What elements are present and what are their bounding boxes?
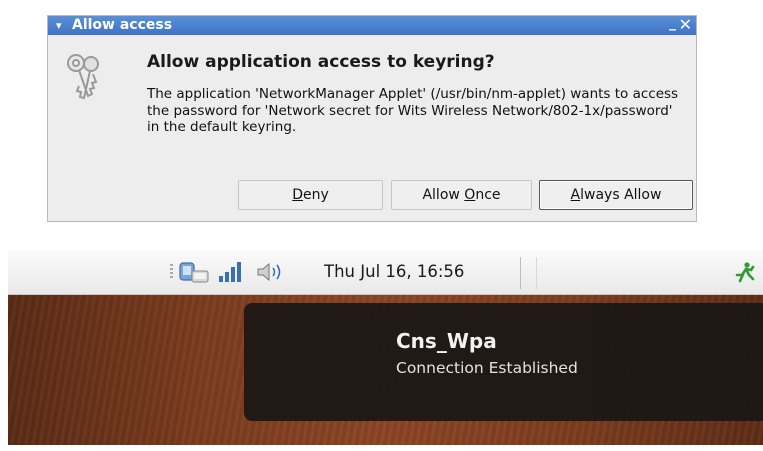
- deny-button[interactable]: Deny: [238, 180, 383, 210]
- top-panel: Thu Jul 16, 16:56: [8, 251, 763, 295]
- notification-title: Cns_Wpa: [396, 329, 497, 353]
- allow-once-button[interactable]: Allow Once: [391, 180, 532, 210]
- always-allow-label: lways Allow: [580, 187, 662, 203]
- dialog-heading: Allow application access to keyring?: [147, 52, 495, 72]
- always-allow-mnemonic: A: [570, 187, 581, 203]
- desktop-background: Cns_Wpa Connection Established: [8, 295, 763, 445]
- keyring-icon: [67, 54, 99, 100]
- allow-once-prefix: Allow: [422, 187, 465, 203]
- minimize-icon[interactable]: _: [669, 14, 676, 33]
- allow-once-mnemonic: O: [464, 187, 476, 203]
- panel-separator: [536, 257, 537, 289]
- panel-clock[interactable]: Thu Jul 16, 16:56: [324, 262, 464, 281]
- deny-mnemonic: D: [292, 187, 303, 203]
- network-manager-icon[interactable]: [178, 261, 212, 285]
- notification-body: Connection Established: [396, 359, 578, 377]
- close-icon[interactable]: ✕: [679, 15, 692, 34]
- window-menu-icon[interactable]: ▾: [56, 16, 62, 35]
- notification-bubble[interactable]: Cns_Wpa Connection Established: [244, 303, 763, 421]
- panel-separator: [520, 257, 521, 289]
- deny-label: eny: [303, 187, 329, 203]
- volume-icon[interactable]: [255, 261, 285, 283]
- dialog-title: Allow access: [72, 17, 173, 33]
- dialog-titlebar[interactable]: ▾ Allow access _ ✕: [48, 14, 696, 35]
- always-allow-button[interactable]: Always Allow: [539, 180, 693, 210]
- wireless-signal-icon[interactable]: [218, 261, 242, 283]
- running-man-icon[interactable]: [734, 261, 756, 283]
- allow-access-dialog: ▾ Allow access _ ✕ Allow application acc…: [47, 15, 697, 222]
- dialog-message: The application 'NetworkManager Applet' …: [147, 86, 679, 135]
- allow-once-label: nce: [475, 187, 501, 203]
- tray-drag-handle[interactable]: [170, 264, 173, 280]
